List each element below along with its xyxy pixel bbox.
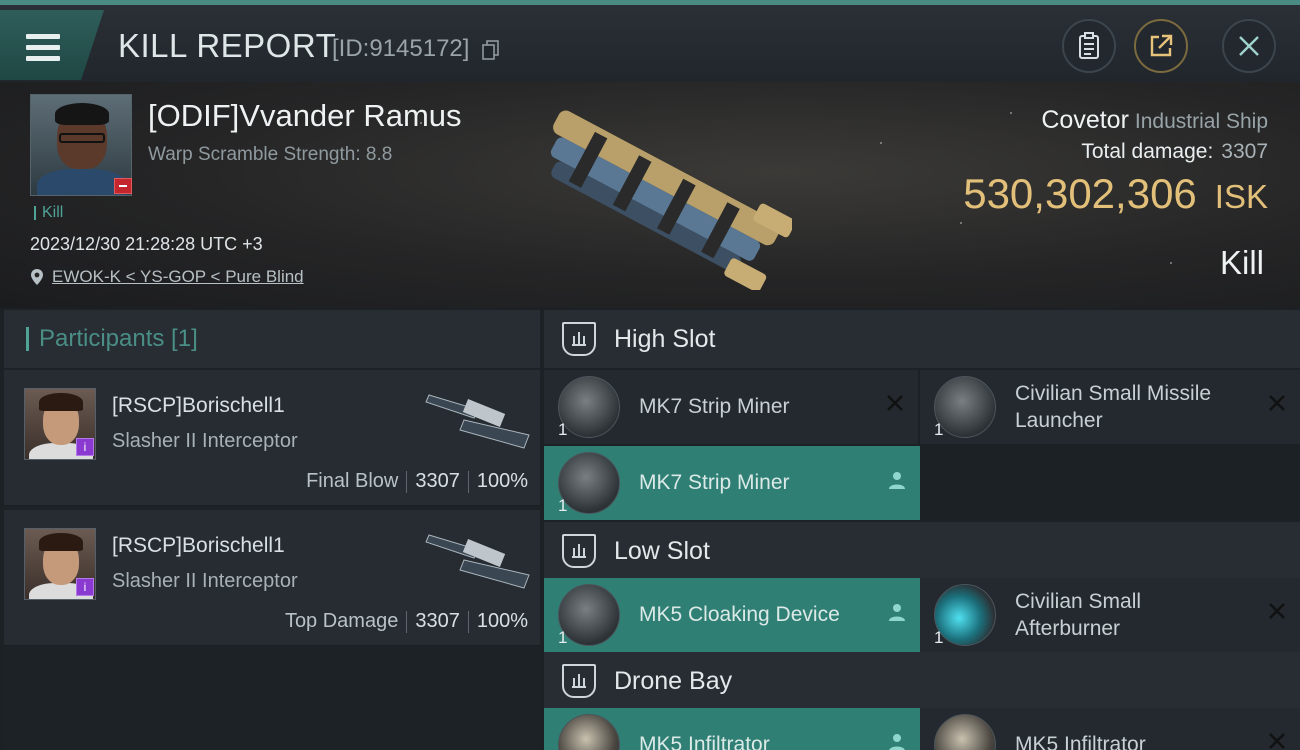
participant-percent: 100% xyxy=(476,610,528,632)
drone-bay-icon xyxy=(562,664,596,698)
kill-tag: Kill xyxy=(34,205,63,221)
module-slot[interactable]: 1 MK7 Strip Miner xyxy=(544,370,918,444)
module-label: MK7 Strip Miner xyxy=(639,395,790,418)
drone-bay-header: Drone Bay xyxy=(544,652,1300,710)
victim-ship-image xyxy=(550,110,792,290)
participant-name: [RSCP]Borischell1 xyxy=(112,394,285,417)
participant-row[interactable]: i [RSCP]Borischell1 Slasher II Intercept… xyxy=(4,370,540,506)
total-damage-label: Total damage: xyxy=(1081,140,1214,163)
participant-row[interactable]: i [RSCP]Borischell1 Slasher II Intercept… xyxy=(4,510,540,646)
page-title: KILL REPORT xyxy=(118,27,337,64)
module-qty: 1 xyxy=(934,628,944,647)
participant-damage: 3307 xyxy=(415,470,460,492)
victim-summary: [ODIF]Vvander Ramus Warp Scramble Streng… xyxy=(0,82,1300,308)
drone-icon xyxy=(934,714,996,750)
destroyed-x-icon xyxy=(1269,733,1285,749)
module-qty: 1 xyxy=(558,628,568,647)
participant-name: [RSCP]Borischell1 xyxy=(112,534,285,557)
participant-percent: 100% xyxy=(476,470,528,492)
participants-header: Participants [1] xyxy=(4,310,540,368)
participant-ship: Slasher II Interceptor xyxy=(112,430,298,452)
participant-stats: Final Blow 3307 100% xyxy=(306,470,528,493)
isk-amount: 530,302,306 xyxy=(963,170,1197,217)
participant-stats: Top Damage 3307 100% xyxy=(285,610,528,633)
module-qty: 1 xyxy=(558,420,568,439)
share-button[interactable] xyxy=(1134,19,1188,73)
high-slot-header: High Slot xyxy=(544,310,1300,368)
module-qty: 1 xyxy=(934,420,944,439)
ship-class: Industrial Ship xyxy=(1134,110,1268,133)
close-button[interactable] xyxy=(1222,19,1276,73)
location-pin-icon xyxy=(31,269,43,285)
participant-ship: Slasher II Interceptor xyxy=(112,570,298,592)
clipboard-button[interactable] xyxy=(1062,19,1116,73)
destroyed-x-icon xyxy=(887,395,903,411)
module-slot[interactable]: 1 Civilian Small Afterburner xyxy=(920,578,1300,652)
module-label: MK7 Strip Miner xyxy=(639,471,790,494)
warp-scramble-strength: Warp Scramble Strength: 8.8 xyxy=(148,144,393,165)
low-slot-header: Low Slot xyxy=(544,522,1300,580)
module-label: MK5 Infiltrator xyxy=(1015,733,1146,750)
close-icon xyxy=(1239,36,1259,56)
module-label: MK5 Infiltrator xyxy=(639,733,770,750)
module-slot[interactable]: 1 MK5 Infiltrator xyxy=(920,708,1300,750)
share-icon xyxy=(1150,34,1173,57)
clipboard-icon xyxy=(1079,32,1099,59)
dropped-person-icon xyxy=(889,604,905,621)
participant-damage: 3307 xyxy=(415,610,460,632)
location-link[interactable]: EWOK-K < YS-GOP < Pure Blind xyxy=(30,267,304,287)
victim-name[interactable]: [ODIF]Vvander Ramus xyxy=(148,98,462,134)
module-label: Civilian Small Missile Launcher xyxy=(1015,382,1212,432)
isk-unit: ISK xyxy=(1214,178,1268,215)
module-slot[interactable]: 1 MK5 Cloaking Device xyxy=(544,578,920,652)
destroyed-x-icon xyxy=(1269,395,1285,411)
copy-icon[interactable] xyxy=(482,40,500,60)
module-qty: 1 xyxy=(558,496,568,515)
module-slot[interactable]: 1 MK7 Strip Miner xyxy=(544,446,920,520)
victim-ship: Covetor Industrial Ship xyxy=(1041,106,1268,135)
high-slot-title: High Slot xyxy=(614,324,716,353)
top-bar: KILL REPORT [ID:9145172] xyxy=(0,0,1300,82)
total-damage-value: 3307 xyxy=(1221,140,1268,163)
isk-value: 530,302,306 ISK xyxy=(963,170,1268,218)
dropped-person-icon xyxy=(889,734,905,750)
ship-name: Covetor xyxy=(1041,106,1129,134)
participant-role: Top Damage xyxy=(284,610,399,632)
drone-bay-title: Drone Bay xyxy=(614,666,733,695)
module-slot[interactable]: 1 MK5 Infiltrator xyxy=(544,708,920,750)
module-slot[interactable]: 1 Civilian Small Missile Launcher xyxy=(920,370,1300,444)
total-damage: Total damage: 3307 xyxy=(1081,140,1268,164)
participant-ship-image xyxy=(425,534,530,589)
low-slot-icon xyxy=(562,534,596,568)
participants-title: Participants [1] xyxy=(26,327,198,351)
fitting-panel: High Slot 1 MK7 Strip Miner 1 Civilian S… xyxy=(544,310,1300,750)
hamburger-icon xyxy=(26,34,60,61)
participant-role: Final Blow xyxy=(306,470,399,492)
corp-badge-icon: i xyxy=(76,438,94,456)
low-slot-title: Low Slot xyxy=(614,536,710,565)
module-label: MK5 Cloaking Device xyxy=(639,603,840,626)
location-text: EWOK-K < YS-GOP < Pure Blind xyxy=(52,267,304,286)
drone-icon xyxy=(558,714,620,750)
corp-badge-icon: i xyxy=(76,578,94,596)
participants-panel: Participants [1] i [RSCP]Borischell1 Sla… xyxy=(4,310,540,750)
standing-badge xyxy=(114,178,132,194)
high-slot-icon xyxy=(562,322,596,356)
participant-ship-image xyxy=(425,394,530,449)
module-label: Civilian Small Afterburner xyxy=(1015,590,1142,640)
kill-datetime: 2023/12/30 21:28:28 UTC +3 xyxy=(30,234,263,254)
menu-button[interactable] xyxy=(0,10,104,80)
report-id: [ID:9145172] xyxy=(332,35,470,62)
dropped-person-icon xyxy=(889,472,905,489)
kill-result: Kill xyxy=(1219,244,1264,281)
destroyed-x-icon xyxy=(1269,603,1285,619)
